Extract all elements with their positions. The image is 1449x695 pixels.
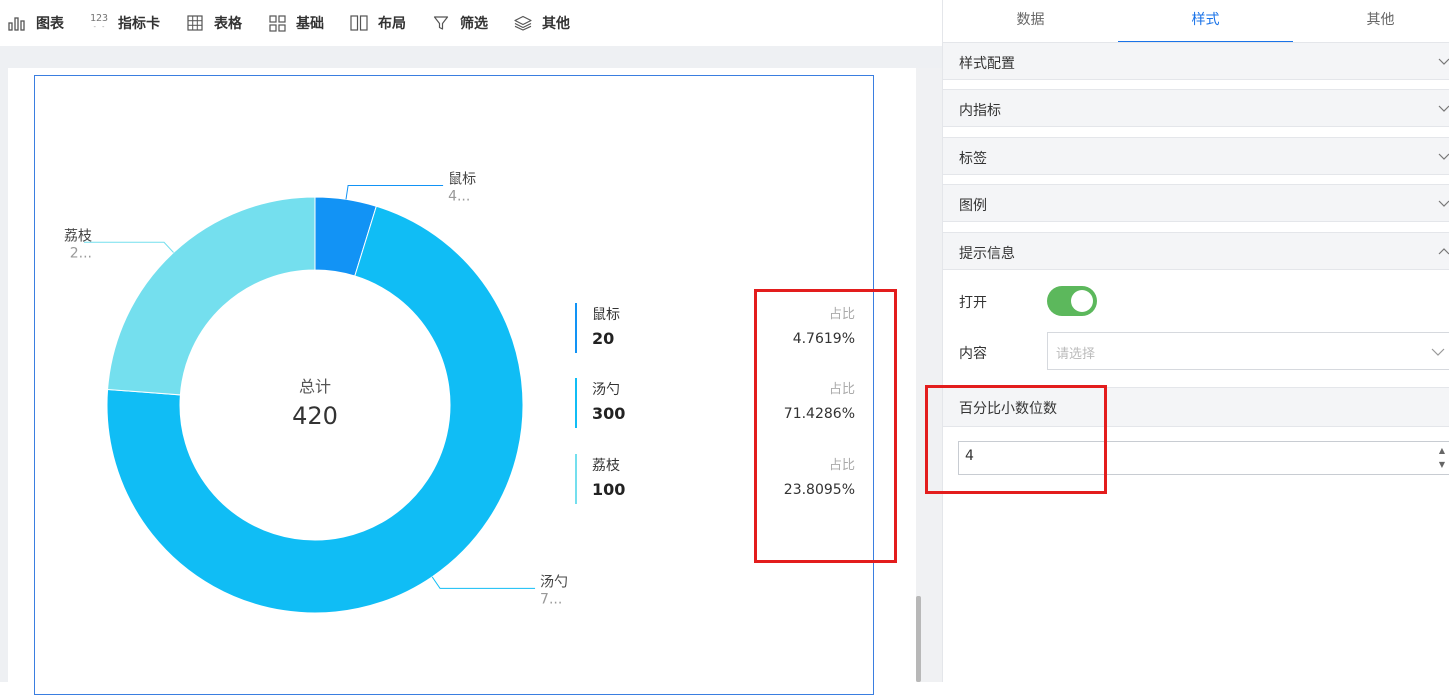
tooltip-open-toggle[interactable] [1047, 286, 1097, 316]
legend-item-mouse[interactable]: 鼠标 20 [575, 303, 775, 355]
section-inner-metric-title: 内指标 [959, 103, 1001, 119]
section-inner-metric[interactable]: 内指标 [943, 89, 1449, 127]
section-legend-title: 图例 [959, 198, 987, 214]
section-style-config[interactable]: 样式配置 [943, 42, 1449, 80]
section-tooltip-title: 提示信息 [959, 246, 1015, 262]
legend-color-bar [575, 303, 577, 353]
number-spinner[interactable]: ▲ ▼ [1435, 444, 1449, 474]
tooltip-open-label: 打开 [959, 295, 987, 311]
chevron-down-icon [1438, 100, 1449, 116]
chevron-down-icon [1438, 148, 1449, 164]
tab-data[interactable]: 数据 [943, 0, 1118, 42]
chevron-down-icon [1438, 195, 1449, 211]
legend-item-spoon[interactable]: 汤勺 300 [575, 378, 775, 430]
decimals-highlight-box [925, 385, 1107, 494]
legend-name: 荔枝 [592, 458, 620, 474]
chevron-down-icon [1431, 343, 1445, 363]
spin-down-icon[interactable]: ▼ [1435, 458, 1449, 472]
tab-style[interactable]: 样式 [1118, 0, 1293, 43]
legend-item-lychee[interactable]: 荔枝 100 [575, 454, 775, 506]
section-legend[interactable]: 图例 [943, 184, 1449, 222]
legend-name: 鼠标 [592, 307, 620, 323]
section-labels[interactable]: 标签 [943, 137, 1449, 175]
ratio-highlight-box [754, 289, 897, 563]
panel-tabs: 数据 样式 其他 [943, 0, 1449, 43]
chevron-up-icon [1438, 243, 1449, 259]
section-labels-title: 标签 [959, 151, 987, 167]
legend-value: 100 [592, 480, 626, 499]
legend-value: 20 [592, 329, 615, 348]
tooltip-content-select[interactable]: 请选择 [1047, 332, 1449, 370]
tab-other[interactable]: 其他 [1293, 0, 1449, 42]
tooltip-content-label: 内容 [959, 346, 987, 362]
legend-color-bar [575, 378, 577, 428]
toggle-knob [1071, 290, 1093, 312]
spin-up-icon[interactable]: ▲ [1435, 444, 1449, 458]
legend-name: 汤勺 [592, 382, 620, 398]
select-placeholder: 请选择 [1056, 347, 1096, 362]
chevron-down-icon [1438, 53, 1449, 69]
legend-color-bar [575, 454, 577, 504]
section-style-config-title: 样式配置 [959, 56, 1015, 72]
legend-value: 300 [592, 404, 626, 423]
section-tooltip[interactable]: 提示信息 [943, 232, 1449, 270]
